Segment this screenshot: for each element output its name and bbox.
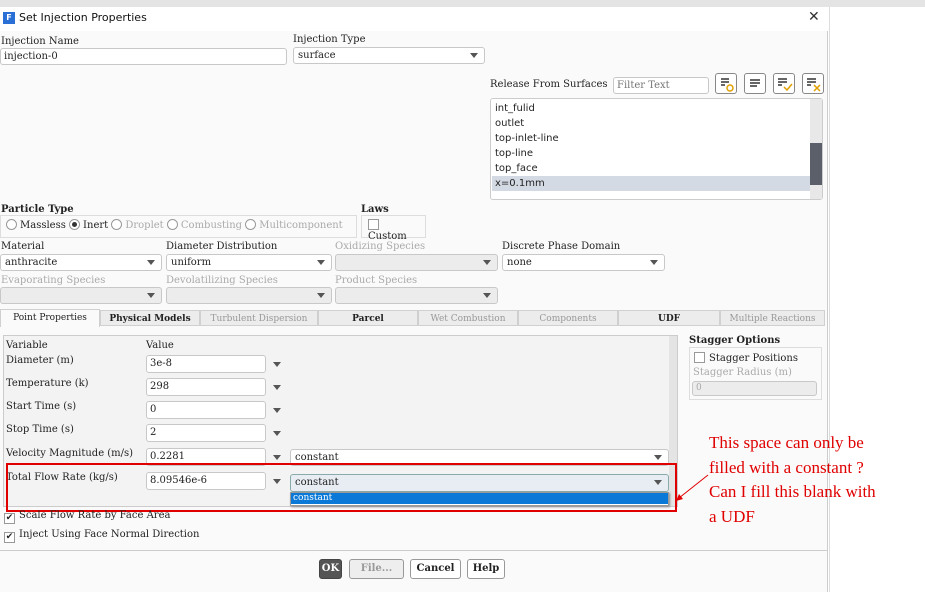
discrete-phase-domain-select[interactable]: none bbox=[502, 254, 665, 271]
stagger-radius-label: Stagger Radius (m) bbox=[693, 367, 792, 378]
cancel-button[interactable]: Cancel bbox=[410, 559, 461, 579]
chevron-down-icon[interactable] bbox=[273, 431, 281, 436]
list-item[interactable]: outlet bbox=[492, 116, 810, 131]
discrete-phase-domain-label: Discrete Phase Domain bbox=[502, 241, 621, 252]
chevron-down-icon[interactable] bbox=[273, 455, 281, 460]
value-header: Value bbox=[146, 340, 174, 351]
evaporating-species-select[interactable] bbox=[0, 287, 162, 304]
evaporating-species-label: Evaporating Species bbox=[1, 275, 106, 286]
chevron-down-icon bbox=[317, 260, 325, 265]
divider bbox=[0, 550, 828, 551]
stagger-radius-input[interactable]: 0 bbox=[692, 381, 817, 396]
app-icon: F bbox=[3, 12, 15, 24]
select-all-icon[interactable] bbox=[773, 73, 795, 94]
list-item[interactable]: top_face bbox=[492, 161, 810, 176]
list-item[interactable]: top-inlet-line bbox=[492, 131, 810, 146]
list-scrollbar[interactable] bbox=[810, 99, 822, 199]
radio-combusting[interactable]: Combusting bbox=[166, 219, 242, 231]
chevron-down-icon bbox=[470, 53, 478, 58]
scale-flow-checkbox[interactable]: ✔ Scale Flow Rate by Face Area bbox=[4, 510, 170, 524]
chevron-down-icon bbox=[483, 293, 491, 298]
top-strip bbox=[0, 0, 925, 7]
stop-time-input[interactable]: 2 bbox=[146, 424, 266, 442]
tab-wet-combustion[interactable]: Wet Combustion bbox=[418, 310, 518, 326]
diameter-input[interactable]: 3e-8 bbox=[146, 355, 266, 373]
chevron-down-icon bbox=[654, 455, 662, 460]
release-surfaces-label: Release From Surfaces bbox=[490, 79, 608, 90]
surfaces-list[interactable]: int_fulid outlet top-inlet-line top-line… bbox=[490, 98, 823, 200]
radio-droplet[interactable]: Droplet bbox=[111, 219, 164, 231]
injection-type-value: surface bbox=[298, 50, 336, 61]
chevron-down-icon bbox=[650, 260, 658, 265]
file-button[interactable]: File... bbox=[349, 559, 404, 579]
annotation-highlight-box bbox=[6, 463, 677, 512]
deselect-all-icon[interactable] bbox=[802, 73, 824, 94]
diameter-distribution-select[interactable]: uniform bbox=[166, 254, 332, 271]
tab-udf[interactable]: UDF bbox=[618, 310, 720, 326]
injection-type-label: Injection Type bbox=[293, 34, 366, 45]
material-label: Material bbox=[1, 241, 45, 252]
chevron-down-icon[interactable] bbox=[273, 385, 281, 390]
velocity-magnitude-label: Velocity Magnitude (m/s) bbox=[6, 448, 134, 459]
radio-multicomponent[interactable]: Multicomponent bbox=[245, 219, 343, 231]
injection-name-label: Injection Name bbox=[1, 36, 79, 47]
help-button[interactable]: Help bbox=[467, 559, 505, 579]
ok-button[interactable]: OK bbox=[319, 559, 342, 579]
dialog-title: Set Injection Properties bbox=[19, 11, 147, 24]
oxidizing-species-label: Oxidizing Species bbox=[335, 241, 426, 252]
injection-name-input[interactable]: injection-0 bbox=[0, 48, 287, 65]
chevron-down-icon[interactable] bbox=[273, 362, 281, 367]
face-normal-checkbox[interactable]: ✔ Inject Using Face Normal Direction bbox=[4, 529, 199, 543]
tab-point-properties[interactable]: Point Properties bbox=[0, 309, 100, 327]
temperature-input[interactable]: 298 bbox=[146, 378, 266, 396]
radio-inert[interactable]: Inert bbox=[69, 219, 108, 231]
temperature-label: Temperature (k) bbox=[6, 378, 89, 389]
diameter-distribution-label: Diameter Distribution bbox=[166, 241, 278, 252]
material-select[interactable]: anthracite bbox=[0, 254, 162, 271]
filter-text-input[interactable] bbox=[613, 77, 709, 94]
list-item[interactable]: int_fulid bbox=[492, 101, 810, 116]
particle-type-label: Particle Type bbox=[1, 204, 74, 215]
custom-laws-checkbox[interactable]: Custom bbox=[361, 215, 426, 242]
devolatilizing-species-label: Devolatilizing Species bbox=[166, 275, 278, 286]
start-time-label: Start Time (s) bbox=[6, 401, 77, 412]
laws-label: Laws bbox=[361, 204, 389, 215]
tab-turbulent-dispersion[interactable]: Turbulent Dispersion bbox=[200, 310, 318, 326]
chevron-down-icon bbox=[147, 293, 155, 298]
tab-parcel[interactable]: Parcel bbox=[318, 310, 418, 326]
radio-massless[interactable]: Massless bbox=[6, 219, 66, 231]
product-species-label: Product Species bbox=[335, 275, 418, 286]
product-species-select[interactable] bbox=[335, 287, 498, 304]
stop-time-label: Stop Time (s) bbox=[6, 424, 74, 435]
chevron-down-icon bbox=[317, 293, 325, 298]
stagger-options-title: Stagger Options bbox=[689, 335, 781, 346]
injection-type-select[interactable]: surface bbox=[293, 47, 485, 64]
list-item[interactable]: top-line bbox=[492, 146, 810, 161]
list-item-selected[interactable]: x=0.1mm bbox=[492, 176, 810, 191]
oxidizing-species-select[interactable] bbox=[335, 254, 498, 271]
list-icon[interactable] bbox=[744, 73, 766, 94]
particle-type-group: Massless Inert Droplet Combusting Multic… bbox=[0, 215, 357, 238]
annotation-text: This space can only be filled with a con… bbox=[709, 433, 876, 526]
close-icon[interactable]: ✕ bbox=[808, 9, 820, 25]
diameter-label: Diameter (m) bbox=[6, 355, 74, 366]
tab-multiple-reactions[interactable]: Multiple Reactions bbox=[720, 310, 825, 326]
scrollbar-thumb[interactable] bbox=[810, 143, 822, 185]
devolatilizing-species-select[interactable] bbox=[166, 287, 332, 304]
chevron-down-icon[interactable] bbox=[273, 408, 281, 413]
tab-physical-models[interactable]: Physical Models bbox=[100, 310, 200, 326]
chevron-down-icon bbox=[483, 260, 491, 265]
start-time-input[interactable]: 0 bbox=[146, 401, 266, 419]
stagger-positions-checkbox[interactable]: Stagger Positions bbox=[694, 352, 798, 364]
chevron-down-icon bbox=[147, 260, 155, 265]
variable-header: Variable bbox=[6, 340, 48, 351]
tab-components[interactable]: Components bbox=[518, 310, 618, 326]
select-by-pattern-icon[interactable] bbox=[715, 73, 737, 94]
